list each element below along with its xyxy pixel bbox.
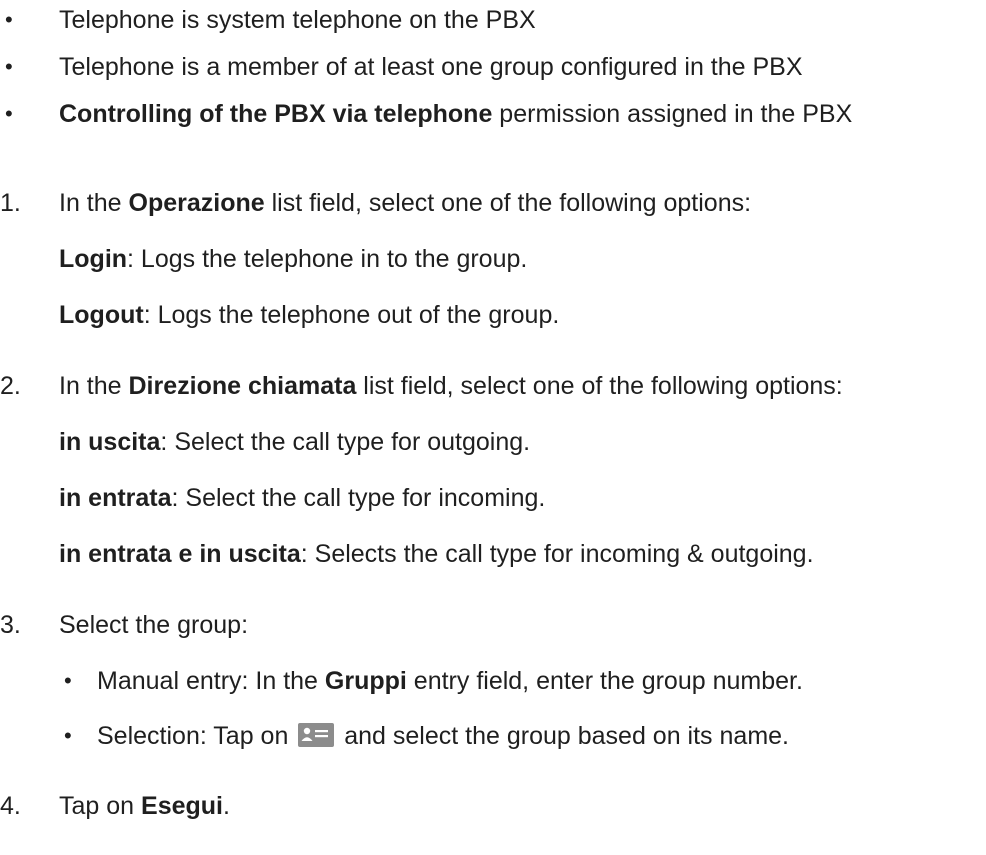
step-3-sub-manual: Manual entry: In the Gruppi entry field,…: [97, 666, 803, 696]
option-bold: in entrata e in uscita: [59, 540, 301, 568]
option-rest: : Logs the telephone in to the group.: [127, 245, 528, 273]
prereq-item-3-rest: permission assigned in the PBX: [492, 100, 853, 128]
option-rest: : Logs the telephone out of the group.: [143, 301, 560, 329]
step-1-post: list field, select one of the following …: [264, 189, 752, 217]
step-1-option-logout: Logout: Logs the telephone out of the gr…: [59, 300, 559, 330]
bullet-marker: •: [64, 723, 72, 748]
prereq-item-3: Controlling of the PBX via telephone per…: [59, 99, 852, 129]
step-4-post: .: [223, 792, 230, 820]
prereq-item-1: Telephone is system telephone on the PBX: [59, 6, 536, 34]
step-2-option-outgoing: in uscita: Select the call type for outg…: [59, 427, 530, 457]
step-number: 2.: [0, 372, 21, 400]
option-bold: Login: [59, 245, 128, 273]
step-4-text: Tap on Esegui.: [59, 791, 230, 821]
step-3-sub-selection: Selection: Tap on and select the group b…: [97, 721, 789, 751]
bullet-marker: •: [5, 54, 13, 79]
bullet-marker: •: [5, 7, 13, 32]
step-number: 1.: [0, 189, 21, 217]
sub-post: entry field, enter the group number.: [406, 667, 803, 695]
option-bold: in entrata: [59, 484, 172, 512]
prereq-item-3-bold: Controlling of the PBX via telephone: [59, 100, 493, 128]
option-rest: : Select the call type for incoming.: [171, 484, 546, 512]
bullet-marker: •: [5, 101, 13, 126]
sub-pre: Selection: Tap on: [97, 722, 296, 750]
option-rest: : Select the call type for outgoing.: [160, 428, 531, 456]
step-2-post: list field, select one of the following …: [356, 372, 843, 400]
prereq-item-2: Telephone is a member of at least one gr…: [59, 53, 803, 81]
contacts-icon[interactable]: [298, 723, 335, 747]
step-2-text: In the Direzione chiamata list field, se…: [59, 371, 843, 401]
step-number: 4.: [0, 792, 21, 820]
bullet-marker: •: [64, 668, 72, 693]
step-1-text: In the Operazione list field, select one…: [59, 188, 751, 218]
step-1-option-login: Login: Logs the telephone in to the grou…: [59, 244, 527, 274]
sub-bold: Gruppi: [324, 667, 407, 695]
step-2-option-both: in entrata e in uscita: Selects the call…: [59, 539, 814, 569]
step-4-pre: Tap on: [59, 792, 142, 820]
step-1-bold: Operazione: [128, 189, 265, 217]
step-2-option-incoming: in entrata: Select the call type for inc…: [59, 483, 545, 513]
step-1-pre: In the: [59, 189, 129, 217]
sub-post: and select the group based on its name.: [344, 722, 789, 750]
option-bold: in uscita: [59, 428, 161, 456]
option-rest: : Selects the call type for incoming & o…: [300, 540, 814, 568]
option-bold: Logout: [59, 301, 144, 329]
step-2-bold: Direzione chiamata: [128, 372, 357, 400]
step-2-pre: In the: [59, 372, 129, 400]
sub-pre: Manual entry: In the: [97, 667, 325, 695]
step-3-text: Select the group:: [59, 611, 249, 639]
step-number: 3.: [0, 611, 21, 639]
step-4-bold: Esegui: [141, 792, 223, 820]
